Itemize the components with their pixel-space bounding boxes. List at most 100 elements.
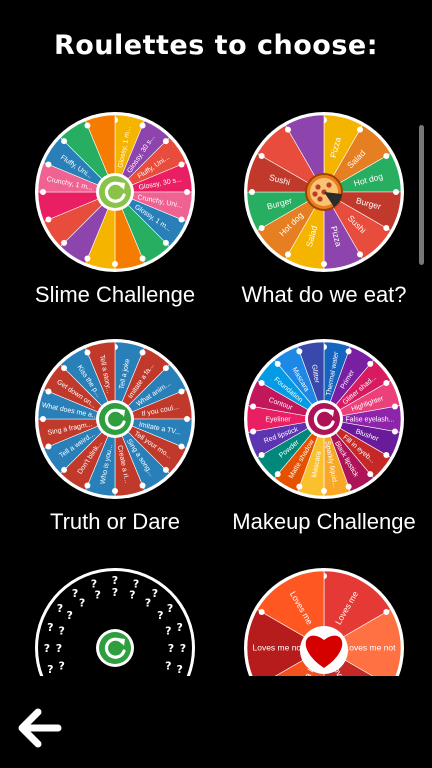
wheel-peg bbox=[274, 471, 281, 478]
wheel-peg bbox=[139, 122, 146, 129]
refresh-icon[interactable] bbox=[96, 629, 134, 667]
wheel-peg bbox=[162, 466, 169, 473]
segment-label: ? bbox=[157, 609, 163, 622]
wheel-peg bbox=[393, 189, 399, 195]
segment-label: Loves me not bbox=[344, 643, 396, 653]
wheel-peg bbox=[367, 471, 374, 478]
wheel-peg bbox=[383, 380, 390, 386]
wheel-peg bbox=[258, 153, 265, 159]
wheel-peg bbox=[258, 609, 265, 615]
wheel-peg bbox=[40, 416, 46, 422]
segment-label: ? bbox=[57, 602, 63, 615]
bottom-bar bbox=[0, 676, 432, 768]
segment-label: ? bbox=[94, 589, 100, 602]
segment-label: ? bbox=[176, 663, 182, 676]
wheel-peg bbox=[45, 443, 52, 450]
wheel-peg bbox=[391, 403, 398, 410]
wheel-peg bbox=[45, 161, 52, 168]
back-arrow-icon[interactable] bbox=[16, 704, 64, 752]
segment-label: ? bbox=[79, 597, 85, 610]
segment-label: ? bbox=[59, 625, 65, 638]
wheel-peg bbox=[178, 388, 185, 395]
segment-label: ? bbox=[129, 589, 135, 602]
wheel-makeup[interactable]: Thermal water PrimerGlitter shad...Highli… bbox=[242, 337, 406, 501]
wheel-peg bbox=[250, 428, 257, 435]
segment-label: ? bbox=[168, 642, 174, 655]
wheel-question[interactable]: ???????????????????????????????????????? bbox=[33, 566, 197, 676]
roulette-card-slime[interactable]: Glossy, 1 m... Glossy, 30 s... Fluffy, Uni… bbox=[20, 110, 210, 308]
refresh-icon[interactable] bbox=[96, 400, 134, 438]
roulette-card-question[interactable]: ???????????????????????????????????????? bbox=[20, 566, 210, 676]
wheel-peg bbox=[178, 161, 185, 168]
segment-label: Loves me not bbox=[252, 643, 304, 653]
wheel-peg bbox=[391, 428, 398, 435]
roulette-card-truth-dare[interactable]: Tell a joke Imitate a fa... What anim... If… bbox=[20, 337, 210, 535]
wheel-peg bbox=[162, 138, 169, 145]
roulette-card-food[interactable]: Pizza Salad Hot dog Burger Sushi Pizza Salad Ho… bbox=[229, 110, 419, 308]
wheel-peg bbox=[367, 360, 374, 367]
wheel-peg bbox=[383, 452, 390, 458]
wheel-peg bbox=[178, 443, 185, 450]
wheel-peg bbox=[61, 365, 68, 372]
segment-label: ? bbox=[56, 642, 62, 655]
segment-label: ? bbox=[66, 609, 72, 622]
wheel-peg bbox=[357, 126, 363, 133]
wheel-peg bbox=[45, 216, 52, 223]
wheel-peg bbox=[258, 452, 265, 458]
wheel-peg bbox=[321, 261, 327, 267]
wheel-peg bbox=[184, 189, 190, 195]
wheel-slime[interactable]: Glossy, 1 m...Glossy, 30 s...Fluffy, Uni… bbox=[33, 110, 197, 274]
refresh-icon[interactable] bbox=[305, 400, 343, 438]
wheel-peg bbox=[84, 349, 91, 356]
segment-label: ? bbox=[112, 586, 118, 599]
roulette-card-loves-me[interactable]: Loves meLoves me notLoves me a l...Loves… bbox=[229, 566, 419, 676]
segment-label: ? bbox=[180, 642, 186, 655]
wheel-peg bbox=[296, 348, 303, 355]
roulette-name[interactable]: Slime Challenge bbox=[20, 282, 210, 308]
segment-label: ? bbox=[59, 659, 65, 672]
roulette-name[interactable]: Makeup Challenge bbox=[229, 509, 419, 535]
wheel-peg bbox=[61, 239, 68, 246]
segment-label: ? bbox=[145, 597, 151, 610]
segment-label: False eyelash... bbox=[345, 417, 394, 424]
wheel-peg bbox=[285, 126, 291, 133]
roulette-name[interactable]: What do we eat? bbox=[229, 282, 419, 308]
wheel-peg bbox=[345, 348, 352, 355]
segment-label: ? bbox=[152, 587, 158, 600]
wheel-peg bbox=[45, 388, 52, 395]
wheel-peg bbox=[249, 189, 255, 195]
wheel-peg bbox=[345, 483, 352, 490]
wheel-peg bbox=[139, 482, 146, 489]
wheel-truth-dare[interactable]: Tell a jokeImitate a fa...What anim...If… bbox=[33, 337, 197, 501]
wheel-peg bbox=[250, 403, 257, 410]
roulette-card-makeup[interactable]: Thermal water Primer Glitter shad... Highli… bbox=[229, 337, 419, 535]
wheel-peg bbox=[258, 225, 265, 231]
segment-label: ? bbox=[165, 659, 171, 672]
wheel-peg bbox=[296, 483, 303, 490]
segment-label: ? bbox=[72, 587, 78, 600]
segment-label: ? bbox=[167, 602, 173, 615]
wheel-food[interactable]: PizzaSaladHot dogBurgerSushiPizzaSaladHo… bbox=[242, 110, 406, 274]
wheel-peg bbox=[84, 122, 91, 129]
scrollbar[interactable] bbox=[419, 125, 424, 265]
wheel-peg bbox=[258, 380, 265, 386]
wheel-peg bbox=[40, 189, 46, 195]
roulette-name[interactable]: Truth or Dare bbox=[20, 509, 210, 535]
roulette-list[interactable]: Glossy, 1 m... Glossy, 30 s... Fluffy, Uni… bbox=[0, 100, 432, 676]
segment-label: ? bbox=[44, 642, 50, 655]
wheel-peg bbox=[112, 261, 118, 267]
wheel-peg bbox=[139, 349, 146, 356]
wheel-peg bbox=[112, 488, 118, 494]
wheel-peg bbox=[383, 225, 390, 231]
pizza-icon bbox=[305, 173, 343, 211]
wheel-peg bbox=[383, 153, 390, 159]
refresh-icon[interactable] bbox=[96, 173, 134, 211]
segment-label: ? bbox=[165, 625, 171, 638]
segment-label: Eyeliner bbox=[265, 417, 291, 424]
wheel-peg bbox=[162, 239, 169, 246]
wheel-peg bbox=[184, 416, 190, 422]
wheel-peg bbox=[321, 488, 327, 494]
wheel-loves-me[interactable]: Loves meLoves me notLoves me a l...Loves… bbox=[242, 566, 406, 676]
wheel-peg bbox=[274, 360, 281, 367]
wheel-peg bbox=[61, 138, 68, 145]
